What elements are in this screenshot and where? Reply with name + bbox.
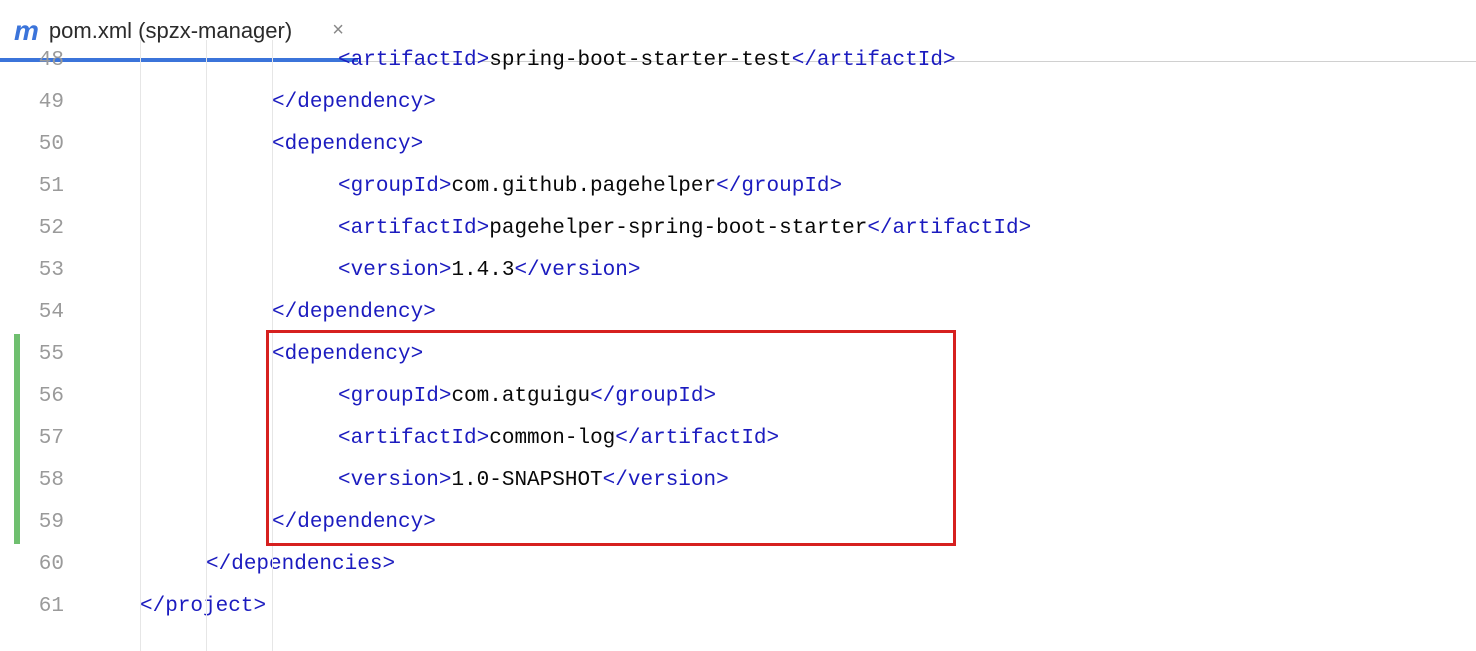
code-line[interactable]: <artifactId>common-log</artifactId> [82,418,1476,460]
close-icon[interactable]: × [332,19,344,42]
line-number: 59 [0,502,64,544]
indent-guide [140,40,141,651]
line-number: 48 [0,40,64,82]
line-number: 51 [0,166,64,208]
code-line[interactable]: </dependency> [82,502,1476,544]
code-line[interactable]: <artifactId>pagehelper-spring-boot-start… [82,208,1476,250]
code-content[interactable]: <artifactId>spring-boot-starter-test</ar… [82,40,1476,651]
line-number: 55 [0,334,64,376]
line-number-gutter: 4849505152535455565758596061 [0,40,82,651]
line-number: 50 [0,124,64,166]
code-line[interactable]: <dependency> [82,124,1476,166]
code-line[interactable]: <artifactId>spring-boot-starter-test</ar… [82,40,1476,82]
code-line[interactable]: <groupId>com.atguigu</groupId> [82,376,1476,418]
indent-guide [206,40,207,651]
line-number: 60 [0,544,64,586]
code-line[interactable]: <version>1.4.3</version> [82,250,1476,292]
line-number: 61 [0,586,64,628]
code-line[interactable]: <dependency> [82,334,1476,376]
indent-guide [272,40,273,651]
code-line[interactable]: </dependency> [82,292,1476,334]
line-number: 52 [0,208,64,250]
line-number: 56 [0,376,64,418]
vcs-change-marker [14,334,20,544]
line-number: 57 [0,418,64,460]
line-number: 58 [0,460,64,502]
line-number: 53 [0,250,64,292]
line-number: 54 [0,292,64,334]
line-number: 49 [0,82,64,124]
code-line[interactable]: <version>1.0-SNAPSHOT</version> [82,460,1476,502]
code-line[interactable]: </project> [82,586,1476,628]
editor-area[interactable]: 4849505152535455565758596061 <artifactId… [0,62,1476,651]
code-line[interactable]: </dependency> [82,82,1476,124]
code-line[interactable]: </dependencies> [82,544,1476,586]
code-line[interactable]: <groupId>com.github.pagehelper</groupId> [82,166,1476,208]
